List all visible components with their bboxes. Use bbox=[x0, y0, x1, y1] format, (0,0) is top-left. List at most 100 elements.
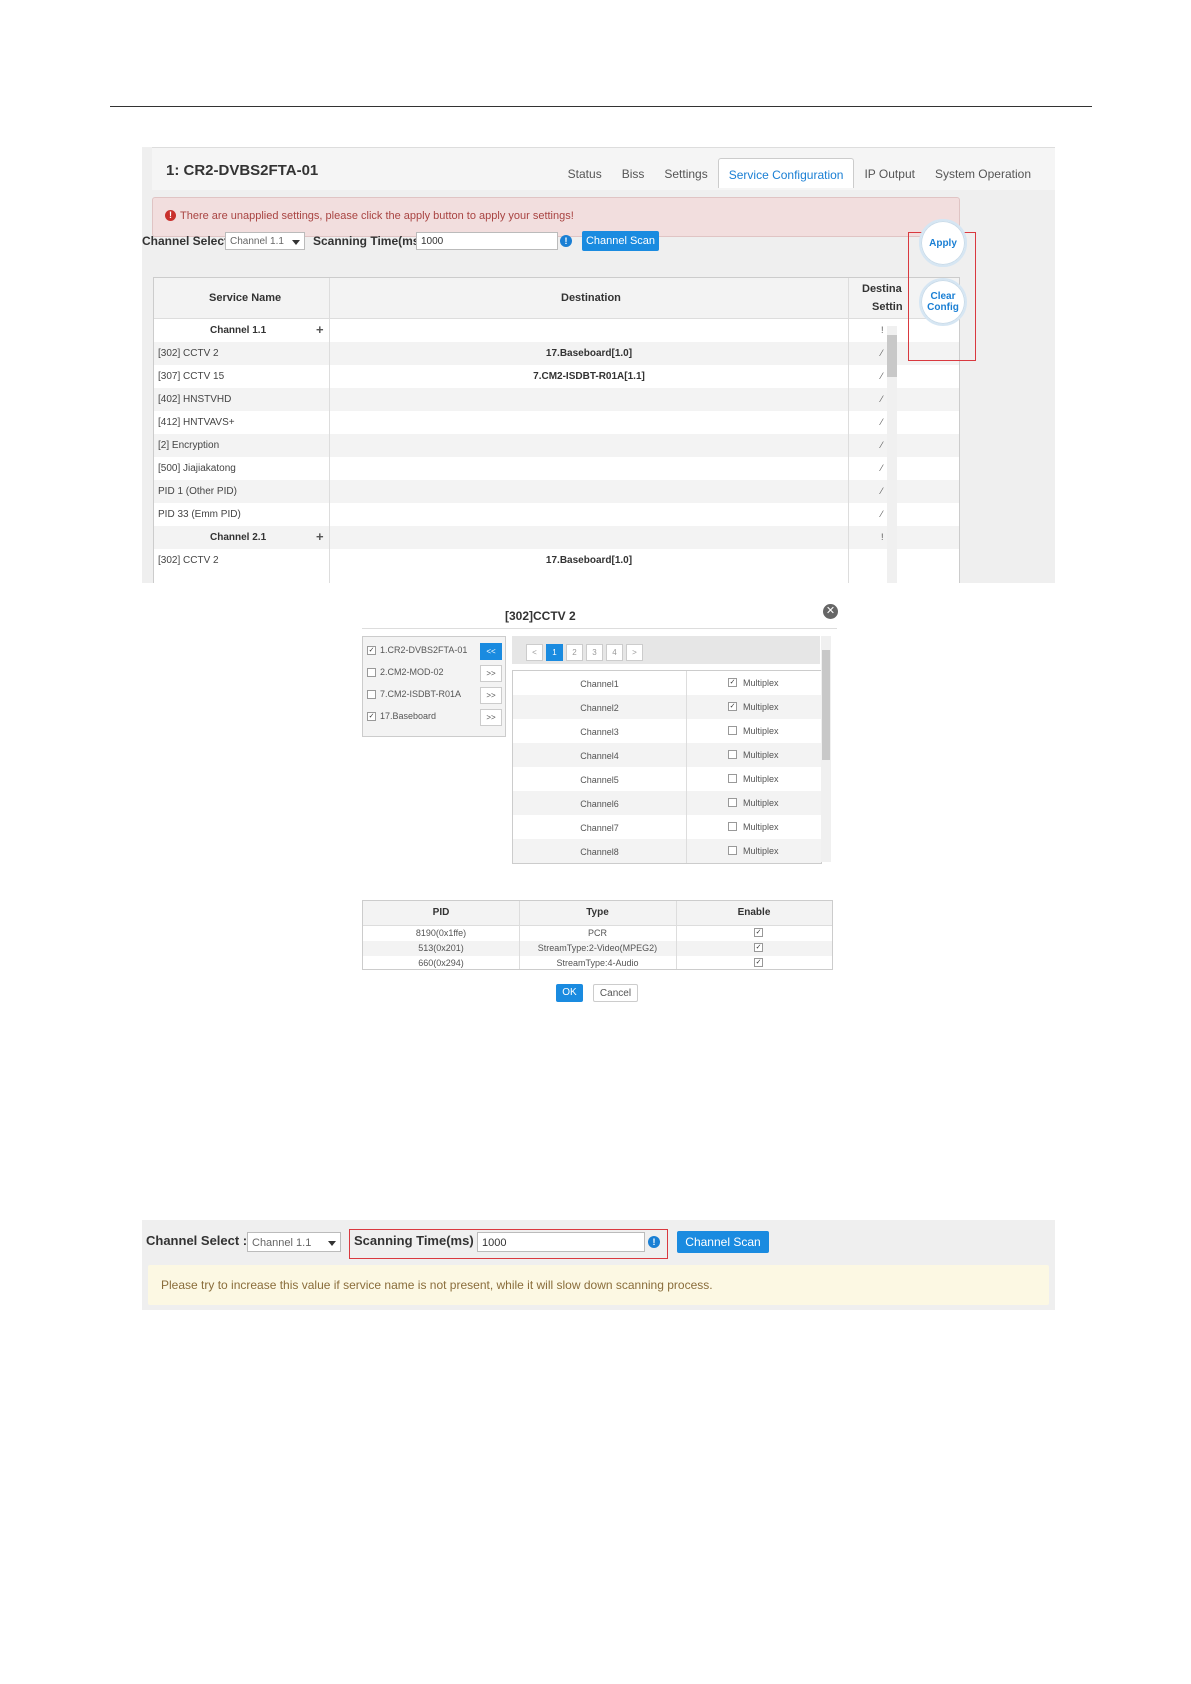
service-name: [412] HNTVAVS+ bbox=[158, 417, 235, 428]
device-checkbox[interactable] bbox=[367, 668, 376, 677]
apply-button[interactable]: Apply bbox=[919, 219, 967, 267]
destination-cell: 7.CM2-ISDBT-R01A[1.1] bbox=[533, 371, 645, 382]
multiplex-checkbox[interactable]: ✓ bbox=[728, 678, 737, 687]
close-icon[interactable]: ✕ bbox=[823, 604, 838, 619]
clear-config-button[interactable]: Clear Config bbox=[919, 278, 967, 326]
multiplex-checkbox[interactable] bbox=[728, 822, 737, 831]
scanning-time-label: Scanning Time(ms) : bbox=[354, 1233, 482, 1248]
plus-icon[interactable]: + bbox=[316, 529, 324, 544]
table-scrollbar-thumb[interactable] bbox=[887, 335, 897, 377]
multiplex-checkbox[interactable] bbox=[728, 798, 737, 807]
clear-config-label-1: Clear bbox=[930, 291, 956, 302]
tab-settings[interactable]: Settings bbox=[654, 161, 717, 188]
device-item: 7.CM2-ISDBT-R01A >> bbox=[363, 683, 505, 707]
header-pid: PID bbox=[432, 907, 450, 918]
tab-status[interactable]: Status bbox=[558, 161, 612, 188]
tab-biss[interactable]: Biss bbox=[612, 161, 655, 188]
plus-icon[interactable]: + bbox=[316, 322, 324, 337]
multiplex-checkbox[interactable]: ✓ bbox=[728, 702, 737, 711]
channel-group-row[interactable]: Channel 1.1 +! bbox=[154, 319, 959, 342]
device-checkbox[interactable]: ✓ bbox=[367, 712, 376, 721]
channel-scan-button[interactable]: Channel Scan bbox=[677, 1231, 769, 1253]
channel-scan-button[interactable]: Channel Scan bbox=[582, 231, 659, 251]
dest-setting-cell[interactable]: ⁄ bbox=[881, 348, 883, 358]
tooltip-text: Please try to increase this value if ser… bbox=[161, 1278, 713, 1292]
device-label: 1.CR2-DVBS2FTA-01 bbox=[380, 645, 468, 655]
table-header: Service Name Destination Destina Settin bbox=[154, 278, 959, 319]
device-checkbox[interactable] bbox=[367, 690, 376, 699]
tab-service-configuration[interactable]: Service Configuration bbox=[717, 158, 855, 188]
enable-checkbox[interactable]: ✓ bbox=[754, 928, 763, 937]
tab-bar: Status Biss Settings Service Configurati… bbox=[558, 158, 1041, 188]
service-name: Channel 2.1 bbox=[210, 532, 267, 543]
device-checkbox[interactable]: ✓ bbox=[367, 646, 376, 655]
multiplex-label: Multiplex bbox=[743, 678, 779, 688]
dest-setting-cell[interactable]: ⁄ bbox=[881, 486, 883, 496]
scanning-time-input[interactable]: 1000 bbox=[416, 232, 558, 250]
channel-select-label: Channel Select : bbox=[146, 1233, 248, 1248]
table-row[interactable]: [307] CCTV 15 7.CM2-ISDBT-R01A[1.1] ⁄ bbox=[154, 365, 959, 388]
table-row[interactable]: PID 33 (Emm PID) ⁄ bbox=[154, 503, 959, 526]
tab-ip-output[interactable]: IP Output bbox=[854, 161, 924, 188]
multiplex-label: Multiplex bbox=[743, 702, 779, 712]
table-row[interactable]: [402] HNSTVHD ⁄ bbox=[154, 388, 959, 411]
table-row[interactable]: [412] HNTVAVS+ ⁄ bbox=[154, 411, 959, 434]
table-row[interactable]: [302] CCTV 2 17.Baseboard[1.0] ⁄ bbox=[154, 342, 959, 365]
channel-select[interactable]: Channel 1.1 bbox=[225, 232, 305, 250]
service-name: PID 33 (Emm PID) bbox=[158, 509, 241, 520]
multiplex-checkbox[interactable] bbox=[728, 774, 737, 783]
dest-setting-cell[interactable]: ⁄ bbox=[881, 394, 883, 404]
table-row[interactable]: PID 1 (Other PID) ⁄ bbox=[154, 480, 959, 503]
multiplex-checkbox[interactable] bbox=[728, 750, 737, 759]
pid-value: 8190(0x1ffe) bbox=[415, 928, 467, 938]
device-item: ✓ 17.Baseboard >> bbox=[363, 705, 505, 729]
page-button[interactable]: < bbox=[526, 644, 543, 661]
device-expand-button[interactable]: >> bbox=[480, 709, 502, 726]
multiplex-checkbox[interactable] bbox=[728, 846, 737, 855]
info-icon[interactable]: ! bbox=[560, 235, 572, 247]
channel-select[interactable]: Channel 1.1 bbox=[247, 1232, 341, 1252]
multiplex-label: Multiplex bbox=[743, 846, 779, 856]
multiplex-checkbox[interactable] bbox=[728, 726, 737, 735]
page-button[interactable]: > bbox=[626, 644, 643, 661]
dest-setting-cell[interactable]: ⁄ bbox=[881, 440, 883, 450]
header-type: Type bbox=[586, 907, 609, 918]
column-divider bbox=[686, 815, 687, 839]
table-row[interactable]: [500] Jiajiakatong ⁄ bbox=[154, 457, 959, 480]
enable-checkbox[interactable]: ✓ bbox=[754, 943, 763, 952]
dest-setting-cell[interactable]: ⁄ bbox=[881, 417, 883, 427]
scanning-time-input[interactable]: 1000 bbox=[477, 1232, 645, 1252]
device-expand-button[interactable]: << bbox=[480, 643, 502, 660]
header-dest-setting-1: Destina bbox=[862, 283, 902, 295]
chevron-down-icon bbox=[328, 1241, 336, 1246]
dest-setting-cell[interactable]: ! bbox=[881, 325, 884, 335]
table-row[interactable]: [302] CCTV 2 17.Baseboard[1.0] bbox=[154, 549, 959, 572]
info-icon[interactable]: ! bbox=[648, 1236, 660, 1248]
pid-row: 8190(0x1ffe) PCR ✓ bbox=[363, 926, 832, 941]
cancel-button[interactable]: Cancel bbox=[593, 984, 638, 1002]
tab-system-operation[interactable]: System Operation bbox=[925, 161, 1041, 188]
dialog-scrollbar-thumb[interactable] bbox=[822, 650, 830, 760]
page-button[interactable]: 4 bbox=[606, 644, 623, 661]
device-expand-button[interactable]: >> bbox=[480, 687, 502, 704]
page-button[interactable]: 1 bbox=[546, 644, 563, 661]
page-button[interactable]: 2 bbox=[566, 644, 583, 661]
service-name: [302] CCTV 2 bbox=[158, 555, 219, 566]
dest-setting-cell[interactable]: ⁄ bbox=[881, 371, 883, 381]
dest-setting-cell[interactable]: ! bbox=[881, 532, 884, 542]
channel-select-value: Channel 1.1 bbox=[252, 1237, 312, 1249]
channel-group-row[interactable]: Channel 2.1 +! bbox=[154, 526, 959, 549]
dest-setting-cell[interactable]: ⁄ bbox=[881, 509, 883, 519]
header-dest-setting-2: Settin bbox=[872, 301, 903, 313]
multiplex-label: Multiplex bbox=[743, 726, 779, 736]
channel-name: Channel2 bbox=[580, 703, 619, 713]
header-destination: Destination bbox=[561, 292, 621, 304]
channel-name: Channel5 bbox=[580, 775, 619, 785]
dest-setting-cell[interactable]: ⁄ bbox=[881, 463, 883, 473]
enable-checkbox[interactable]: ✓ bbox=[754, 958, 763, 967]
page-button[interactable]: 3 bbox=[586, 644, 603, 661]
ok-button[interactable]: OK bbox=[556, 984, 583, 1002]
channel-name: Channel6 bbox=[580, 799, 619, 809]
device-expand-button[interactable]: >> bbox=[480, 665, 502, 682]
table-row[interactable]: [2] Encryption ⁄ bbox=[154, 434, 959, 457]
